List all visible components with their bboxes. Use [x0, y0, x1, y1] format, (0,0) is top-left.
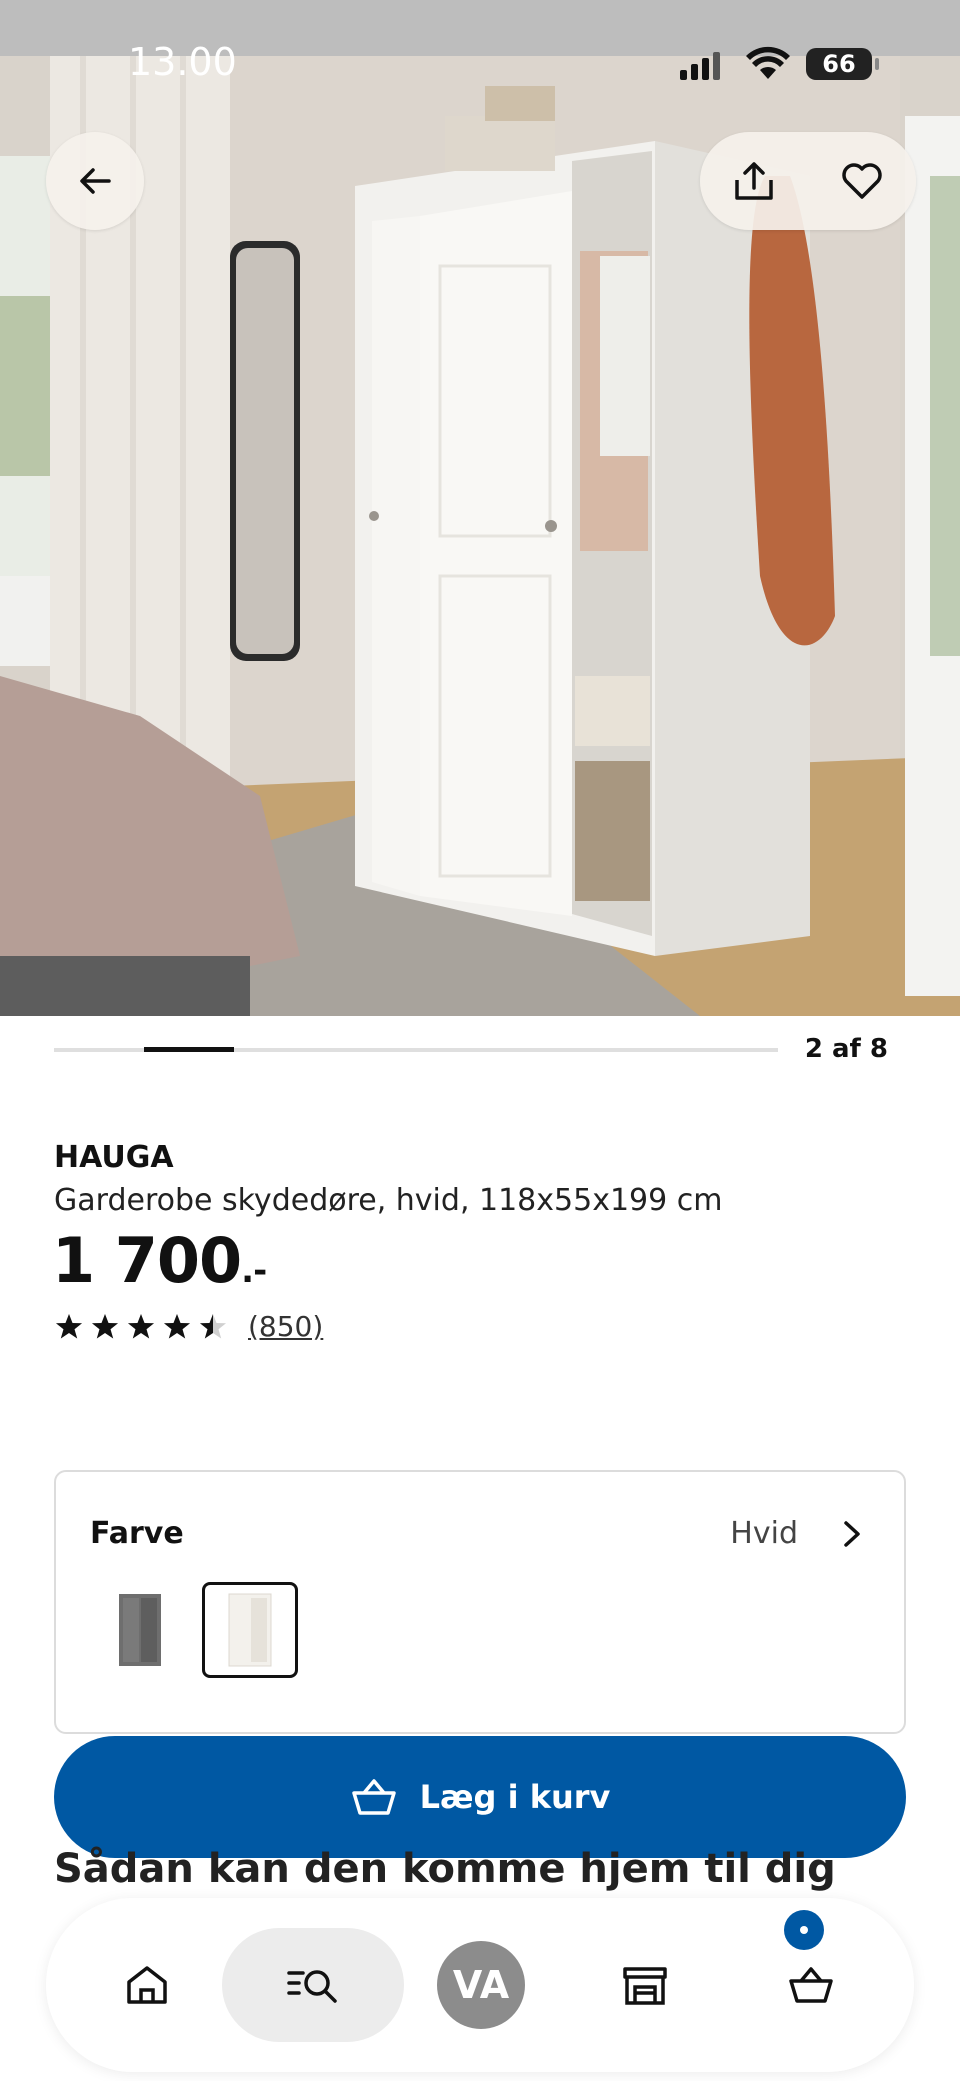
add-to-cart-label: Læg i kurv — [419, 1778, 611, 1816]
battery-icon: 66 — [806, 48, 879, 80]
gallery-progress — [54, 1047, 778, 1052]
star-icon — [128, 1313, 154, 1338]
favorite-button[interactable] — [832, 151, 892, 211]
status-bar: 13.00 66 — [0, 40, 960, 90]
rating-stars — [54, 1312, 228, 1342]
cart-icon — [789, 1967, 833, 2003]
share-icon — [735, 162, 773, 200]
color-swatch-grey[interactable] — [92, 1582, 188, 1678]
delivery-title: Sådan kan den komme hjem til dig — [54, 1846, 836, 1892]
chevron-right-icon[interactable] — [830, 1512, 874, 1556]
product-name: HAUGA — [54, 1140, 174, 1175]
color-selector[interactable]: Farve Hvid — [54, 1470, 906, 1734]
reviews-link[interactable]: (850) — [248, 1310, 323, 1343]
wardrobe-grey-thumbnail — [119, 1594, 161, 1666]
cart-badge — [784, 1910, 824, 1950]
star-icon — [56, 1313, 82, 1338]
heart-icon — [842, 163, 882, 199]
nav-search[interactable] — [222, 1928, 404, 2042]
price-value: 1 700 — [52, 1224, 242, 1297]
store-icon — [623, 1967, 667, 2005]
image-actions — [700, 132, 916, 230]
price-suffix: .- — [241, 1251, 267, 1291]
color-title: Farve — [90, 1516, 184, 1551]
share-button[interactable] — [724, 151, 784, 211]
avatar: VA — [437, 1941, 525, 2029]
nav-stores[interactable] — [588, 1928, 702, 2042]
color-swatch-white[interactable] — [202, 1582, 298, 1678]
back-button[interactable] — [46, 132, 144, 230]
gallery-progress-fill — [144, 1047, 234, 1052]
signal-icon — [680, 52, 720, 80]
product-rating[interactable]: (850) — [54, 1310, 323, 1343]
home-icon — [127, 1966, 167, 2004]
search-icon — [287, 1970, 337, 2003]
gallery-counter: 2 af 8 — [804, 1034, 888, 1064]
nav-home[interactable] — [90, 1928, 204, 2042]
color-selected-value: Hvid — [730, 1516, 798, 1551]
star-icon — [164, 1313, 190, 1338]
product-description: Garderobe skydedøre, hvid, 118x55x199 cm — [54, 1183, 723, 1218]
add-to-cart-button[interactable]: Læg i kurv — [54, 1736, 906, 1858]
product-price: 1 700.- — [52, 1224, 267, 1297]
star-icon — [92, 1313, 118, 1338]
basket-icon — [351, 1779, 396, 1815]
arrow-left-icon — [80, 168, 111, 194]
wardrobe-white-thumbnail — [228, 1593, 272, 1667]
status-time: 13.00 — [128, 40, 237, 84]
star-icon — [200, 1313, 226, 1338]
wifi-icon — [746, 46, 790, 79]
nav-profile[interactable]: VA — [424, 1928, 538, 2042]
